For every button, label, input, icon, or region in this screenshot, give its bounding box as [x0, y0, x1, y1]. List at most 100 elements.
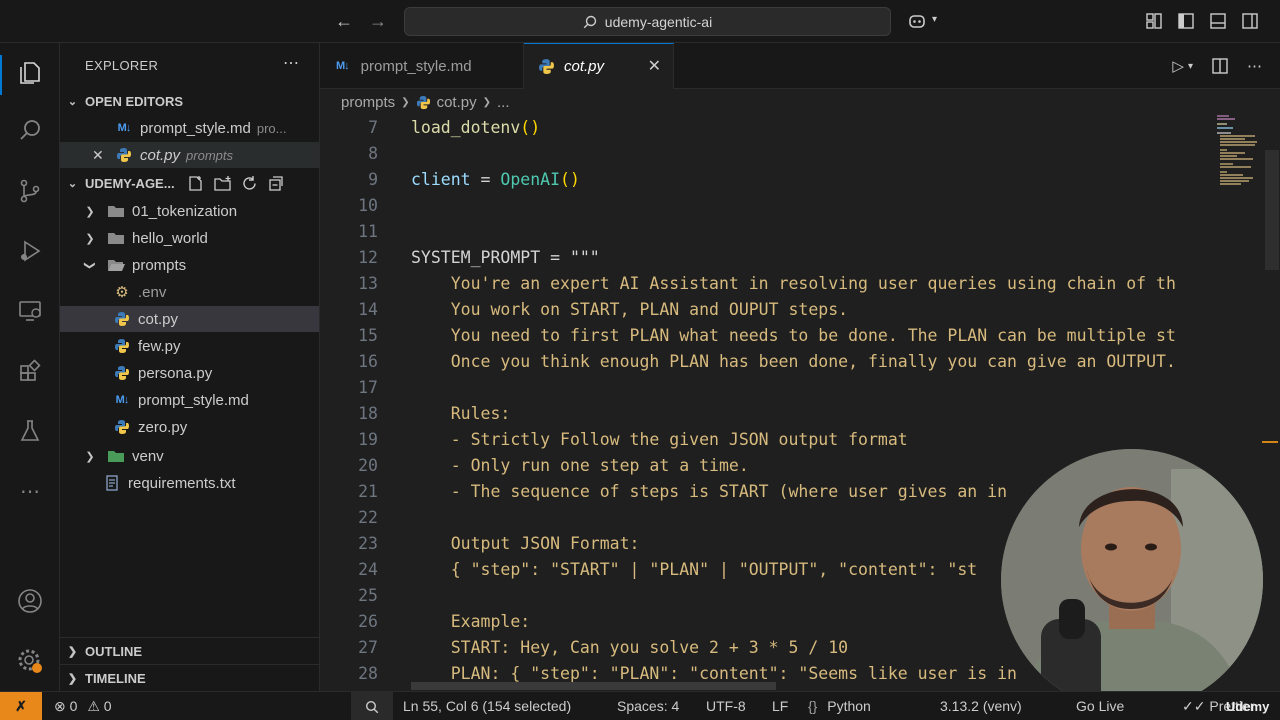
- activity-bar: ⋯: [0, 43, 60, 691]
- indentation[interactable]: Spaces: 4: [617, 698, 679, 714]
- new-file-icon[interactable]: [187, 175, 204, 192]
- folder-item-prompts[interactable]: ❯ prompts: [60, 252, 319, 278]
- search-icon: [20, 120, 40, 140]
- tab-prompt-style[interactable]: M↓ prompt_style.md: [320, 43, 524, 89]
- search-activity[interactable]: [0, 107, 60, 155]
- presenter-webcam: [1001, 449, 1263, 711]
- refresh-icon[interactable]: [241, 175, 258, 192]
- run-debug-icon: [21, 240, 41, 262]
- more-actions-icon[interactable]: ⋯: [1247, 57, 1262, 75]
- outline-header[interactable]: ❯ OUTLINE: [60, 637, 320, 664]
- folder-icon: [106, 201, 126, 221]
- horizontal-scrollbar[interactable]: [411, 682, 776, 690]
- open-editor-item[interactable]: M↓ prompt_style.md pro...: [60, 115, 319, 141]
- code-line: 17: [358, 377, 378, 397]
- split-editor-icon[interactable]: [1211, 57, 1229, 75]
- chevron-right-icon: ❯: [67, 672, 78, 685]
- language-mode[interactable]: {} Python: [808, 698, 871, 714]
- line-endings[interactable]: LF: [772, 698, 788, 714]
- braces-icon: {}: [808, 698, 818, 714]
- go-live-button[interactable]: Go Live: [1076, 698, 1124, 714]
- extensions-activity[interactable]: [0, 347, 60, 395]
- back-arrow-icon[interactable]: ←: [335, 11, 353, 32]
- file-item-env[interactable]: ⚙ .env: [60, 279, 319, 305]
- gear-icon: [18, 649, 42, 673]
- remote-indicator-icon[interactable]: ✗: [0, 691, 42, 720]
- markdown-icon: M↓: [336, 60, 350, 72]
- python-icon: [112, 336, 132, 356]
- remote-explorer-activity[interactable]: [0, 287, 60, 335]
- folder-venv-icon: [106, 446, 126, 466]
- folder-open-icon: [106, 255, 126, 275]
- code-line: 15 You need to first PLAN what needs to …: [358, 325, 1176, 345]
- toggle-primary-sidebar-icon[interactable]: [1177, 12, 1195, 30]
- code-line: 9 client = OpenAI(): [368, 169, 580, 189]
- code-line: 7 load_dotenv(): [368, 117, 541, 137]
- toggle-panel-icon[interactable]: [1209, 12, 1227, 30]
- python-interpreter[interactable]: 3.13.2 (venv): [940, 698, 1022, 714]
- explorer-activity[interactable]: [0, 49, 60, 97]
- run-debug-activity[interactable]: [0, 227, 60, 275]
- tab-cot[interactable]: cot.py ✕: [524, 43, 674, 89]
- chevron-right-icon: ❯: [85, 205, 95, 218]
- copilot-icon[interactable]: [908, 12, 926, 30]
- folder-item-01-tokenization[interactable]: ❯ 01_tokenization: [60, 198, 319, 224]
- file-item-persona[interactable]: persona.py: [60, 360, 319, 386]
- folder-item-venv[interactable]: ❯ venv: [60, 443, 319, 469]
- chevron-right-icon: ❯: [85, 450, 95, 463]
- timeline-header[interactable]: ❯ TIMELINE: [60, 664, 320, 691]
- minimap-preview: [1217, 115, 1257, 185]
- testing-activity[interactable]: [0, 407, 60, 455]
- code-line: 12 SYSTEM_PROMPT = """: [358, 247, 600, 267]
- forward-arrow-icon[interactable]: →: [369, 11, 387, 32]
- chevron-down-icon: ⌄: [67, 177, 78, 190]
- open-editors-header[interactable]: ⌄ OPEN EDITORS: [60, 88, 320, 114]
- copilot-chevron-down-icon[interactable]: ▾: [932, 14, 937, 25]
- search-icon: [583, 15, 596, 28]
- editor-tabs: M↓ prompt_style.md cot.py ✕ ▷ ▾ ⋯: [320, 43, 1280, 89]
- command-center-search[interactable]: udemy-agentic-ai: [404, 7, 891, 36]
- status-bar: ✗ ⊗ 0 ⚠ 0 Ln 55, Col 6 (154 selected) Sp…: [0, 691, 1280, 720]
- new-folder-icon[interactable]: [213, 175, 232, 192]
- file-item-few[interactable]: few.py: [60, 333, 319, 359]
- python-icon: [112, 417, 132, 437]
- file-item-requirements[interactable]: requirements.txt: [60, 470, 319, 496]
- run-chevron-down-icon[interactable]: ▾: [1188, 61, 1193, 72]
- close-tab-icon[interactable]: ✕: [648, 56, 661, 76]
- vertical-scrollbar[interactable]: [1265, 150, 1279, 270]
- breadcrumb-folder[interactable]: prompts: [341, 94, 395, 111]
- accounts-activity[interactable]: [0, 577, 60, 625]
- code-line: 19 - Strictly Follow the given JSON outp…: [358, 429, 908, 449]
- code-line: 8: [368, 143, 378, 163]
- presenter-image: [1001, 449, 1263, 711]
- explorer-title: EXPLORER: [85, 58, 159, 73]
- run-icon[interactable]: ▷: [1172, 57, 1184, 75]
- flask-icon: [20, 420, 40, 441]
- source-control-activity[interactable]: [0, 167, 60, 215]
- file-item-cot[interactable]: cot.py: [60, 306, 319, 332]
- settings-file-icon: ⚙: [115, 284, 129, 301]
- collapse-all-icon[interactable]: [267, 175, 284, 192]
- breadcrumb-file[interactable]: cot.py: [437, 94, 477, 111]
- udemy-watermark: Udemy: [1226, 699, 1270, 714]
- file-item-zero[interactable]: zero.py: [60, 414, 319, 440]
- problems-indicator[interactable]: ⊗ 0 ⚠ 0: [54, 698, 112, 715]
- customize-layout-icon[interactable]: [1145, 12, 1163, 30]
- open-editor-item-active[interactable]: ✕ cot.py prompts: [60, 142, 319, 168]
- folder-item-hello-world[interactable]: ❯ hello_world: [60, 225, 319, 251]
- file-item-prompt-style[interactable]: M↓ prompt_style.md: [60, 387, 319, 413]
- check-double-icon: ✓✓: [1182, 698, 1206, 714]
- source-control-icon: [20, 179, 40, 203]
- manage-activity[interactable]: [0, 637, 60, 685]
- close-icon[interactable]: ✕: [92, 147, 114, 164]
- toggle-secondary-sidebar-icon[interactable]: [1241, 12, 1259, 30]
- encoding[interactable]: UTF-8: [706, 698, 746, 714]
- cursor-position[interactable]: Ln 55, Col 6 (154 selected): [403, 698, 571, 714]
- more-actions-icon[interactable]: ⋯: [283, 53, 299, 73]
- more-activity-icon[interactable]: ⋯: [0, 467, 60, 515]
- breadcrumb: prompts ❯ cot.py ❯ ...: [341, 91, 510, 113]
- zoom-search-icon[interactable]: [351, 692, 393, 720]
- breadcrumb-symbol[interactable]: ...: [497, 94, 510, 111]
- workspace-folder-header[interactable]: ⌄ UDEMY-AGE...: [60, 170, 320, 196]
- command-center-label: udemy-agentic-ai: [604, 13, 713, 30]
